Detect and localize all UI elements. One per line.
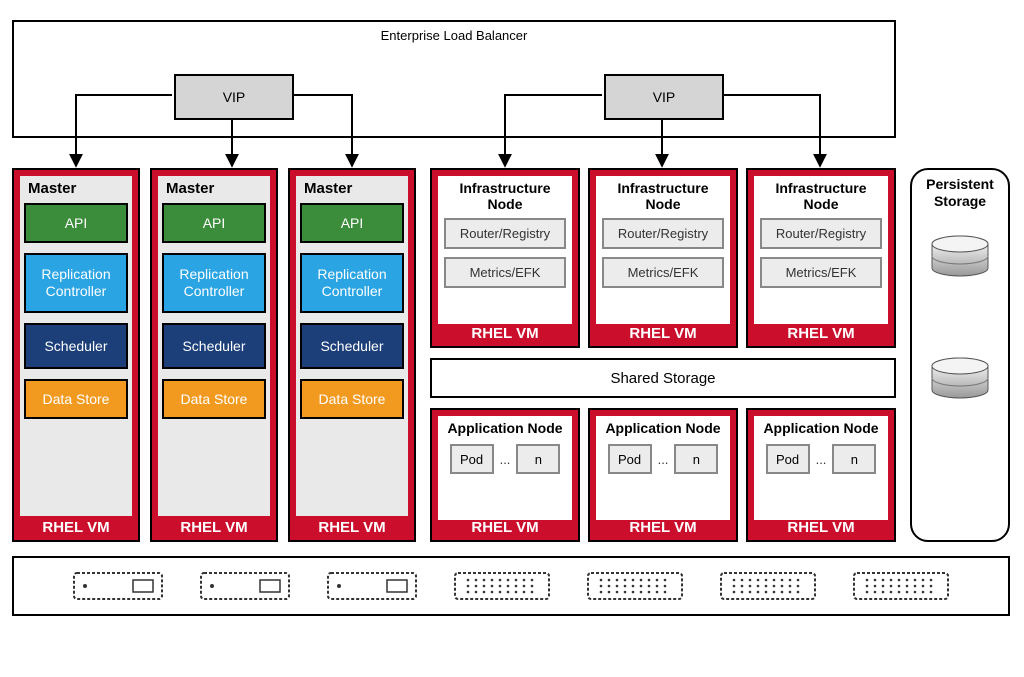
- app-title: Application Node: [438, 416, 572, 444]
- router-registry-box: Router/Registry: [444, 218, 566, 249]
- persistent-storage: Persistent Storage: [910, 168, 1010, 542]
- api-component: API: [300, 203, 404, 243]
- app-title: Application Node: [754, 416, 888, 444]
- scheduler-component: Scheduler: [162, 323, 266, 369]
- enterprise-load-balancer: Enterprise Load Balancer VIP VIP: [12, 20, 896, 138]
- infrastructure-node-vm: Infrastructure Node Router/Registry Metr…: [588, 168, 738, 348]
- rack-server-icon: [720, 572, 816, 600]
- shared-storage-label: Shared Storage: [610, 370, 715, 387]
- router-registry-box: Router/Registry: [760, 218, 882, 249]
- vip-box: VIP: [604, 74, 724, 120]
- master-title: Master: [158, 176, 270, 203]
- vm-footer: RHEL VM: [590, 519, 736, 536]
- replication-controller-component: Replication Controller: [24, 253, 128, 313]
- ellipsis: ...: [658, 452, 669, 467]
- rack-server-icon: [587, 572, 683, 600]
- pod-box: Pod: [450, 444, 494, 474]
- vip-label: VIP: [223, 89, 246, 105]
- pod-n-box: n: [674, 444, 718, 474]
- rack-server-icon: [853, 572, 949, 600]
- disk-icon: [928, 356, 992, 408]
- master-title: Master: [296, 176, 408, 203]
- vip-label: VIP: [653, 89, 676, 105]
- pod-n-box: n: [832, 444, 876, 474]
- master-vm: Master API Replication Controller Schedu…: [150, 168, 278, 542]
- disk-icon: [928, 234, 992, 286]
- ellipsis: ...: [816, 452, 827, 467]
- metrics-efk-box: Metrics/EFK: [760, 257, 882, 288]
- application-node-vm: Application Node Pod ... n RHEL VM: [588, 408, 738, 542]
- infra-title: Infrastructure Node: [596, 176, 730, 218]
- replication-controller-component: Replication Controller: [300, 253, 404, 313]
- vm-footer: RHEL VM: [290, 519, 414, 536]
- replication-controller-component: Replication Controller: [162, 253, 266, 313]
- pod-box: Pod: [608, 444, 652, 474]
- persistent-storage-title: Persistent Storage: [912, 170, 1008, 216]
- application-node-vm: Application Node Pod ... n RHEL VM: [430, 408, 580, 542]
- router-registry-box: Router/Registry: [602, 218, 724, 249]
- infrastructure-node-vm: Infrastructure Node Router/Registry Metr…: [430, 168, 580, 348]
- pod-n-box: n: [516, 444, 560, 474]
- vip-box: VIP: [174, 74, 294, 120]
- datastore-component: Data Store: [24, 379, 128, 419]
- vm-footer: RHEL VM: [14, 519, 138, 536]
- vm-footer: RHEL VM: [152, 519, 276, 536]
- server-icon: [73, 572, 163, 600]
- infra-title: Infrastructure Node: [438, 176, 572, 218]
- elb-title: Enterprise Load Balancer: [14, 22, 894, 43]
- scheduler-component: Scheduler: [24, 323, 128, 369]
- master-vm: Master API Replication Controller Schedu…: [12, 168, 140, 542]
- vm-footer: RHEL VM: [748, 519, 894, 536]
- master-vm: Master API Replication Controller Schedu…: [288, 168, 416, 542]
- application-node-vm: Application Node Pod ... n RHEL VM: [746, 408, 896, 542]
- server-icon: [200, 572, 290, 600]
- api-component: API: [24, 203, 128, 243]
- app-title: Application Node: [596, 416, 730, 444]
- metrics-efk-box: Metrics/EFK: [444, 257, 566, 288]
- pod-box: Pod: [766, 444, 810, 474]
- datastore-component: Data Store: [162, 379, 266, 419]
- vm-footer: RHEL VM: [432, 519, 578, 536]
- scheduler-component: Scheduler: [300, 323, 404, 369]
- infrastructure-node-vm: Infrastructure Node Router/Registry Metr…: [746, 168, 896, 348]
- rack-server-icon: [454, 572, 550, 600]
- vm-footer: RHEL VM: [748, 325, 894, 342]
- master-title: Master: [20, 176, 132, 203]
- hardware-row: [12, 556, 1010, 616]
- vm-footer: RHEL VM: [432, 325, 578, 342]
- ellipsis: ...: [500, 452, 511, 467]
- infra-title: Infrastructure Node: [754, 176, 888, 218]
- vm-footer: RHEL VM: [590, 325, 736, 342]
- server-icon: [327, 572, 417, 600]
- api-component: API: [162, 203, 266, 243]
- shared-storage: Shared Storage: [430, 358, 896, 398]
- metrics-efk-box: Metrics/EFK: [602, 257, 724, 288]
- datastore-component: Data Store: [300, 379, 404, 419]
